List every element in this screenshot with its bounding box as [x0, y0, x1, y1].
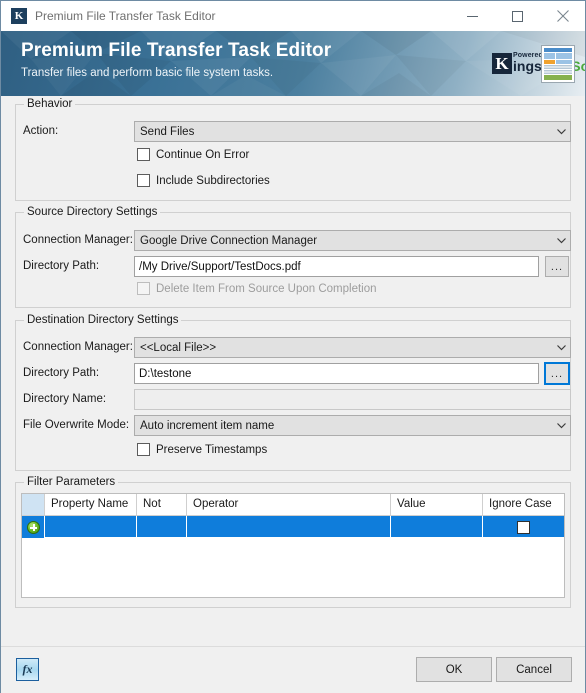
grid-header-operator[interactable]: Operator — [187, 494, 391, 515]
source-connection-manager-dropdown[interactable]: Google Drive Connection Manager — [134, 230, 571, 251]
filter-group-title: Filter Parameters — [24, 476, 119, 488]
continue-on-error-label: Continue On Error — [156, 148, 250, 161]
window-title: Premium File Transfer Task Editor — [35, 8, 216, 23]
cell-property-name[interactable] — [45, 516, 137, 538]
source-directory-path-value: /My Drive/Support/TestDocs.pdf — [139, 260, 301, 273]
chevron-down-icon — [553, 344, 570, 351]
banner-subtitle: Transfer files and perform basic file sy… — [21, 67, 274, 79]
action-dropdown[interactable]: Send Files — [134, 121, 571, 142]
grid-header-value[interactable]: Value — [391, 494, 483, 515]
preserve-timestamps-checkbox[interactable]: Preserve Timestamps — [137, 443, 267, 456]
source-directory-path-label: Directory Path: — [23, 260, 100, 272]
destination-directory-path-input[interactable]: D:\testone — [134, 363, 539, 384]
behavior-group: Behavior — [15, 98, 571, 201]
destination-directory-path-value: D:\testone — [139, 367, 192, 380]
kingswaysoft-logo: K Powered By ingswaySoft — [492, 52, 585, 74]
ok-button[interactable]: OK — [416, 657, 492, 682]
document-preview-icon — [541, 45, 575, 83]
destination-browse-button[interactable]: ... — [544, 362, 570, 385]
continue-on-error-checkbox[interactable]: Continue On Error — [137, 148, 249, 161]
behavior-group-title: Behavior — [24, 98, 76, 110]
include-subdirectories-label: Include Subdirectories — [156, 174, 270, 187]
grid-new-row-indicator[interactable] — [22, 516, 45, 538]
file-overwrite-mode-dropdown[interactable]: Auto increment item name — [134, 415, 571, 436]
include-subdirectories-box[interactable] — [137, 174, 150, 187]
close-icon[interactable] — [540, 1, 585, 31]
banner-title: Premium File Transfer Task Editor — [21, 40, 332, 61]
grid-header-row: Property Name Not Operator Value Ignore … — [22, 494, 564, 516]
preserve-timestamps-label: Preserve Timestamps — [156, 443, 268, 456]
source-browse-button[interactable]: ... — [545, 256, 569, 277]
logo-k-letter: K — [492, 53, 512, 74]
expression-fx-button[interactable]: fx — [16, 658, 39, 681]
destination-directory-name-input — [134, 389, 571, 410]
destination-directory-name-label: Directory Name: — [23, 393, 107, 405]
banner-text-block: Premium File Transfer Task Editor Transf… — [21, 39, 331, 81]
add-row-plus-icon[interactable] — [26, 520, 40, 534]
include-subdirectories-checkbox[interactable]: Include Subdirectories — [137, 174, 270, 187]
table-row[interactable] — [22, 516, 564, 538]
cell-not[interactable] — [137, 516, 187, 538]
app-icon: K — [11, 7, 27, 24]
preserve-timestamps-box[interactable] — [137, 443, 150, 456]
grid-header-not[interactable]: Not — [137, 494, 187, 515]
cell-operator[interactable] — [187, 516, 391, 538]
delete-item-from-source-box — [137, 282, 150, 295]
source-connection-manager-value: Google Drive Connection Manager — [140, 234, 318, 247]
cancel-button[interactable]: Cancel — [496, 657, 572, 682]
file-overwrite-mode-label: File Overwrite Mode: — [23, 419, 130, 431]
grid-header-ignore-case[interactable]: Ignore Case — [483, 494, 564, 515]
grid-header-property-name[interactable]: Property Name — [45, 494, 137, 515]
destination-connection-manager-dropdown[interactable]: <<Local File>> — [134, 337, 571, 358]
action-label: Action: — [23, 125, 59, 137]
ignore-case-checkbox[interactable] — [517, 520, 530, 534]
dialog-body: Behavior Action: Send Files Continue On … — [1, 96, 585, 693]
destination-connection-manager-label: Connection Manager: — [23, 341, 133, 353]
cell-value[interactable] — [391, 516, 483, 538]
dialog-window: K Premium File Transfer Task Editor Prem… — [0, 0, 586, 693]
delete-item-from-source-label: Delete Item From Source Upon Completion — [156, 282, 377, 295]
header-banner: Premium File Transfer Task Editor Transf… — [1, 31, 585, 96]
destination-directory-path-label: Directory Path: — [23, 367, 100, 379]
chevron-down-icon — [553, 422, 570, 429]
chevron-down-icon — [553, 128, 570, 135]
window-controls — [450, 1, 585, 31]
grid-corner-header — [22, 494, 45, 515]
filter-parameters-grid[interactable]: Property Name Not Operator Value Ignore … — [21, 493, 565, 598]
chevron-down-icon — [553, 237, 570, 244]
maximize-icon[interactable] — [495, 1, 540, 31]
title-bar: K Premium File Transfer Task Editor — [1, 1, 585, 31]
source-connection-manager-label: Connection Manager: — [23, 234, 133, 246]
cell-ignore-case[interactable] — [483, 516, 564, 538]
minimize-icon[interactable] — [450, 1, 495, 31]
delete-item-from-source-checkbox: Delete Item From Source Upon Completion — [137, 282, 377, 295]
source-directory-path-input[interactable]: /My Drive/Support/TestDocs.pdf — [134, 256, 539, 277]
source-group-title: Source Directory Settings — [24, 206, 161, 218]
continue-on-error-box[interactable] — [137, 148, 150, 161]
dialog-footer: fx OK Cancel — [1, 646, 585, 693]
destination-group-title: Destination Directory Settings — [24, 314, 182, 326]
destination-connection-manager-value: <<Local File>> — [140, 341, 217, 354]
file-overwrite-mode-value: Auto increment item name — [140, 419, 275, 432]
action-dropdown-value: Send Files — [140, 125, 195, 138]
